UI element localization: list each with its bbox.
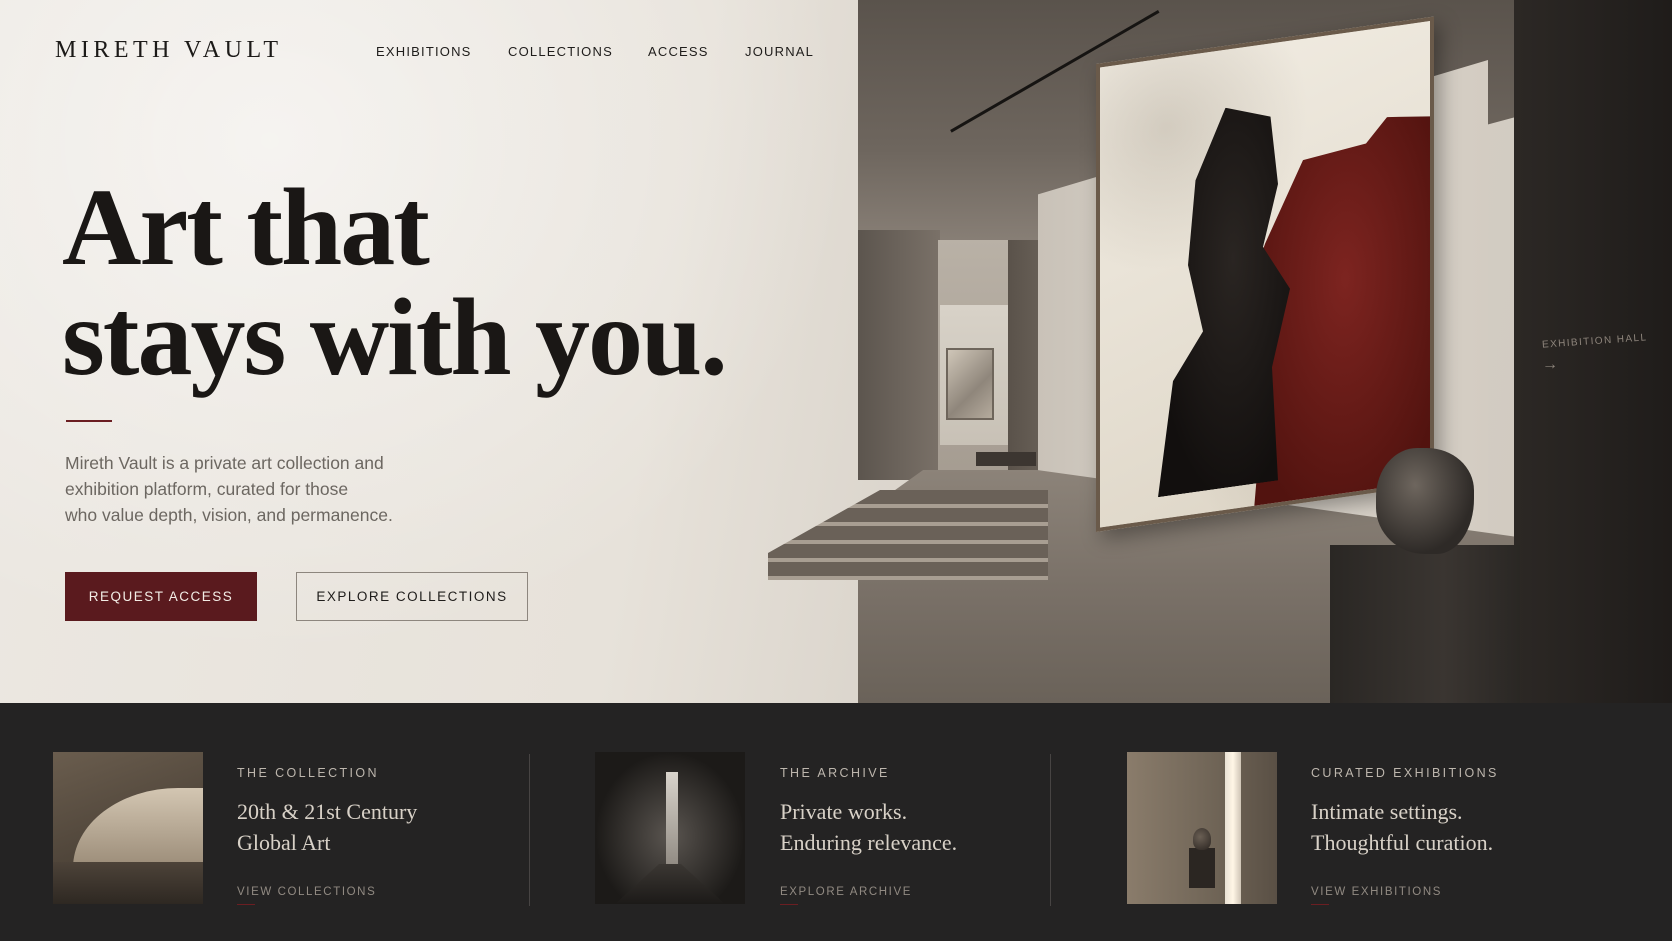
intro-line: who value depth, vision, and permanence. (65, 505, 393, 525)
card-eyebrow: THE COLLECTION (237, 766, 379, 780)
card-eyebrow: CURATED EXHIBITIONS (1311, 766, 1499, 780)
card-exhibitions: CURATED EXHIBITIONS Intimate settings. T… (1127, 752, 1627, 905)
gallery-bench (976, 452, 1036, 466)
request-access-button[interactable]: REQUEST ACCESS (65, 572, 257, 621)
stone-sculpture (1376, 448, 1474, 554)
headline-line: stays with you. (62, 276, 728, 398)
card-title-line: Intimate settings. (1311, 799, 1463, 824)
arrow-right-icon[interactable]: → (1542, 356, 1558, 374)
card-archive: THE ARCHIVE Private works. Enduring rele… (595, 752, 1055, 905)
pedestal (1189, 848, 1215, 888)
card-title: 20th & 21st Century Global Art (237, 796, 537, 858)
nav-collections[interactable]: COLLECTIONS (508, 44, 613, 59)
intro-line: Mireth Vault is a private art collection… (65, 453, 384, 473)
nav-access[interactable]: ACCESS (648, 44, 709, 59)
card-collection: THE COLLECTION 20th & 21st Century Globa… (53, 752, 513, 905)
hero-intro: Mireth Vault is a private art collection… (65, 450, 445, 528)
card-title-line: 20th & 21st Century (237, 799, 418, 824)
link-underline (237, 904, 255, 905)
sculpture-wave (73, 788, 203, 868)
card-title: Private works. Enduring relevance. (780, 796, 1080, 858)
card-title-line: Global Art (237, 830, 331, 855)
light-beam (1225, 752, 1241, 904)
view-exhibitions-link[interactable]: VIEW EXHIBITIONS (1311, 886, 1442, 898)
hero-headline: Art that stays with you. (62, 166, 728, 398)
card-divider (1050, 754, 1051, 906)
archive-thumbnail[interactable] (595, 752, 745, 904)
intro-line: exhibition platform, curated for those (65, 479, 349, 499)
exhibitions-thumbnail[interactable] (1127, 752, 1277, 904)
gallery-hero-image: EXHIBITION HALL → (768, 0, 1672, 703)
vase-object (1193, 828, 1211, 850)
link-underline (1311, 904, 1329, 905)
gallery-dark-wall (1514, 0, 1672, 703)
explore-collections-button[interactable]: EXPLORE COLLECTIONS (296, 572, 528, 621)
nav-journal[interactable]: JOURNAL (745, 44, 814, 59)
accent-divider (66, 420, 112, 422)
site-logo[interactable]: MIRETH VAULT (55, 37, 283, 64)
explore-archive-link[interactable]: EXPLORE ARCHIVE (780, 886, 912, 898)
view-collections-link[interactable]: VIEW COLLECTIONS (237, 886, 376, 898)
nav-exhibitions[interactable]: EXHIBITIONS (376, 44, 472, 59)
corridor-light (666, 772, 678, 872)
hero-section: EXHIBITION HALL → MIRETH VAULT EXHIBITIO… (0, 0, 1672, 703)
card-title: Intimate settings. Thoughtful curation. (1311, 796, 1611, 858)
headline-line: Art that (62, 166, 430, 288)
corridor-floor (615, 864, 725, 904)
gallery-pillar (858, 230, 940, 480)
card-title-line: Private works. (780, 799, 908, 824)
collection-thumbnail[interactable] (53, 752, 203, 904)
featured-painting (1096, 16, 1434, 533)
back-painting (946, 348, 994, 420)
card-title-line: Thoughtful curation. (1311, 830, 1494, 855)
card-title-line: Enduring relevance. (780, 830, 958, 855)
sculpture-plinth (1330, 545, 1520, 703)
card-divider (529, 754, 530, 906)
link-underline (780, 904, 798, 905)
sculpture-base (53, 862, 203, 904)
card-eyebrow: THE ARCHIVE (780, 766, 890, 780)
